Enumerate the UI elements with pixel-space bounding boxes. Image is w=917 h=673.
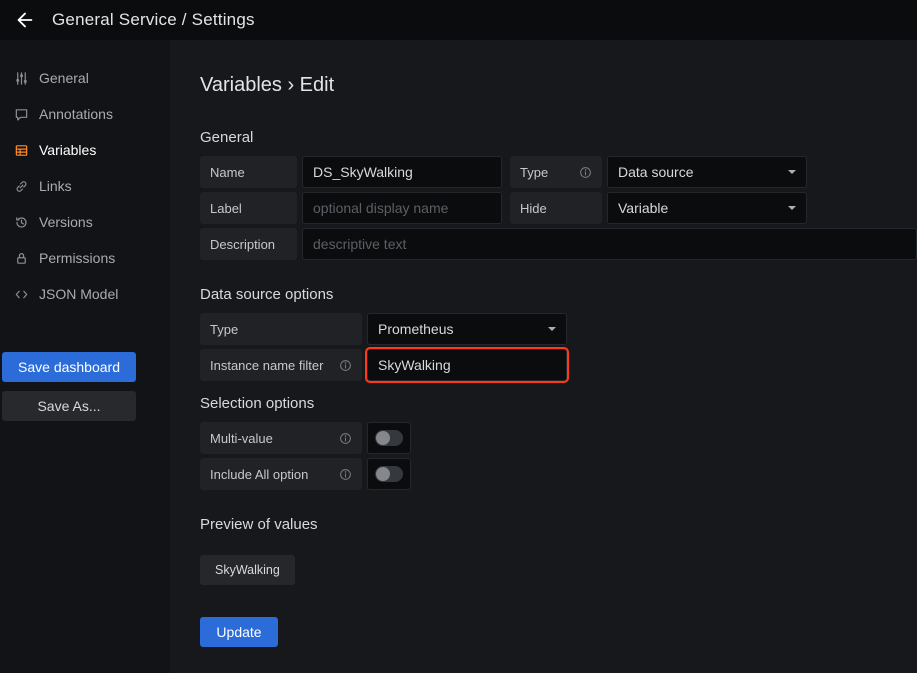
preview-value-chip: SkyWalking bbox=[200, 555, 295, 585]
variables-edit-panel: Variables › Edit General Name Type Data … bbox=[170, 40, 917, 673]
chevron-down-icon bbox=[788, 206, 796, 210]
save-as-button[interactable]: Save As... bbox=[2, 391, 136, 421]
settings-sidebar: General Annotations Variables Links Vers… bbox=[0, 40, 170, 673]
multi-value-label-text: Multi-value bbox=[210, 431, 273, 446]
comment-icon bbox=[14, 107, 29, 122]
type-select-value: Data source bbox=[618, 164, 693, 180]
breadcrumb-title: General Service / Settings bbox=[52, 10, 255, 30]
sidebar-item-label: Variables bbox=[39, 142, 96, 158]
toggle-track bbox=[375, 430, 403, 446]
toggle-knob bbox=[376, 431, 390, 445]
sidebar-item-permissions[interactable]: Permissions bbox=[0, 240, 170, 276]
description-input[interactable] bbox=[302, 228, 917, 260]
chevron-down-icon bbox=[788, 170, 796, 174]
multi-value-toggle[interactable] bbox=[367, 422, 411, 454]
code-icon bbox=[14, 287, 29, 302]
toggle-track bbox=[375, 466, 403, 482]
back-button[interactable] bbox=[12, 7, 38, 33]
datasource-type-select-value: Prometheus bbox=[378, 321, 453, 337]
type-field-label-text: Type bbox=[520, 165, 548, 180]
sidebar-item-annotations[interactable]: Annotations bbox=[0, 96, 170, 132]
multi-value-row: Multi-value bbox=[200, 422, 917, 454]
sidebar-item-label: General bbox=[39, 70, 89, 86]
datasource-type-label: Type bbox=[200, 313, 362, 345]
datasource-type-row: Type Prometheus bbox=[200, 313, 917, 345]
info-icon bbox=[339, 359, 352, 372]
include-all-label: Include All option bbox=[200, 458, 362, 490]
save-dashboard-button[interactable]: Save dashboard bbox=[2, 352, 136, 382]
sidebar-item-label: Versions bbox=[39, 214, 93, 230]
info-icon bbox=[579, 166, 592, 179]
label-field-label: Label bbox=[200, 192, 297, 224]
history-icon bbox=[14, 215, 29, 230]
include-all-toggle[interactable] bbox=[367, 458, 411, 490]
hide-select-value: Variable bbox=[618, 200, 668, 216]
instance-filter-input[interactable] bbox=[367, 349, 567, 381]
sidebar-item-label: Links bbox=[39, 178, 72, 194]
link-icon bbox=[14, 179, 29, 194]
sidebar-item-label: JSON Model bbox=[39, 286, 118, 302]
sidebar-item-label: Permissions bbox=[39, 250, 115, 266]
include-all-row: Include All option bbox=[200, 458, 917, 490]
instance-filter-label: Instance name filter bbox=[200, 349, 362, 381]
data-source-options-heading: Data source options bbox=[200, 286, 917, 303]
sidebar-item-variables[interactable]: Variables bbox=[0, 132, 170, 168]
preview-of-values-heading: Preview of values bbox=[200, 516, 917, 533]
type-field-label: Type bbox=[510, 156, 602, 188]
sidebar-item-versions[interactable]: Versions bbox=[0, 204, 170, 240]
name-type-row: Name Type Data source bbox=[200, 156, 917, 188]
description-field-label: Description bbox=[200, 228, 297, 260]
chevron-down-icon bbox=[548, 327, 556, 331]
include-all-label-text: Include All option bbox=[210, 467, 308, 482]
hide-field-label: Hide bbox=[510, 192, 602, 224]
toggle-knob bbox=[376, 467, 390, 481]
sliders-icon bbox=[14, 71, 29, 86]
instance-filter-label-text: Instance name filter bbox=[210, 358, 323, 373]
label-hide-row: Label Hide Variable bbox=[200, 192, 917, 224]
label-input[interactable] bbox=[302, 192, 502, 224]
info-icon bbox=[339, 432, 352, 445]
instance-filter-row: Instance name filter bbox=[200, 349, 917, 381]
sidebar-item-links[interactable]: Links bbox=[0, 168, 170, 204]
general-section-heading: General bbox=[200, 129, 917, 146]
sidebar-item-general[interactable]: General bbox=[0, 60, 170, 96]
info-icon bbox=[339, 468, 352, 481]
update-button[interactable]: Update bbox=[200, 617, 278, 647]
name-input[interactable] bbox=[302, 156, 502, 188]
sidebar-actions: Save dashboard Save As... bbox=[0, 352, 170, 421]
sidebar-item-json-model[interactable]: JSON Model bbox=[0, 276, 170, 312]
multi-value-label: Multi-value bbox=[200, 422, 362, 454]
sidebar-item-label: Annotations bbox=[39, 106, 113, 122]
description-row: Description bbox=[200, 228, 917, 260]
name-field-label: Name bbox=[200, 156, 297, 188]
datasource-type-select[interactable]: Prometheus bbox=[367, 313, 567, 345]
selection-options-heading: Selection options bbox=[200, 395, 917, 412]
table-icon bbox=[14, 143, 29, 158]
hide-select[interactable]: Variable bbox=[607, 192, 807, 224]
lock-icon bbox=[14, 251, 29, 266]
top-header: General Service / Settings bbox=[0, 0, 917, 40]
arrow-left-icon bbox=[14, 9, 36, 31]
type-select[interactable]: Data source bbox=[607, 156, 807, 188]
page-title: Variables › Edit bbox=[200, 74, 917, 97]
